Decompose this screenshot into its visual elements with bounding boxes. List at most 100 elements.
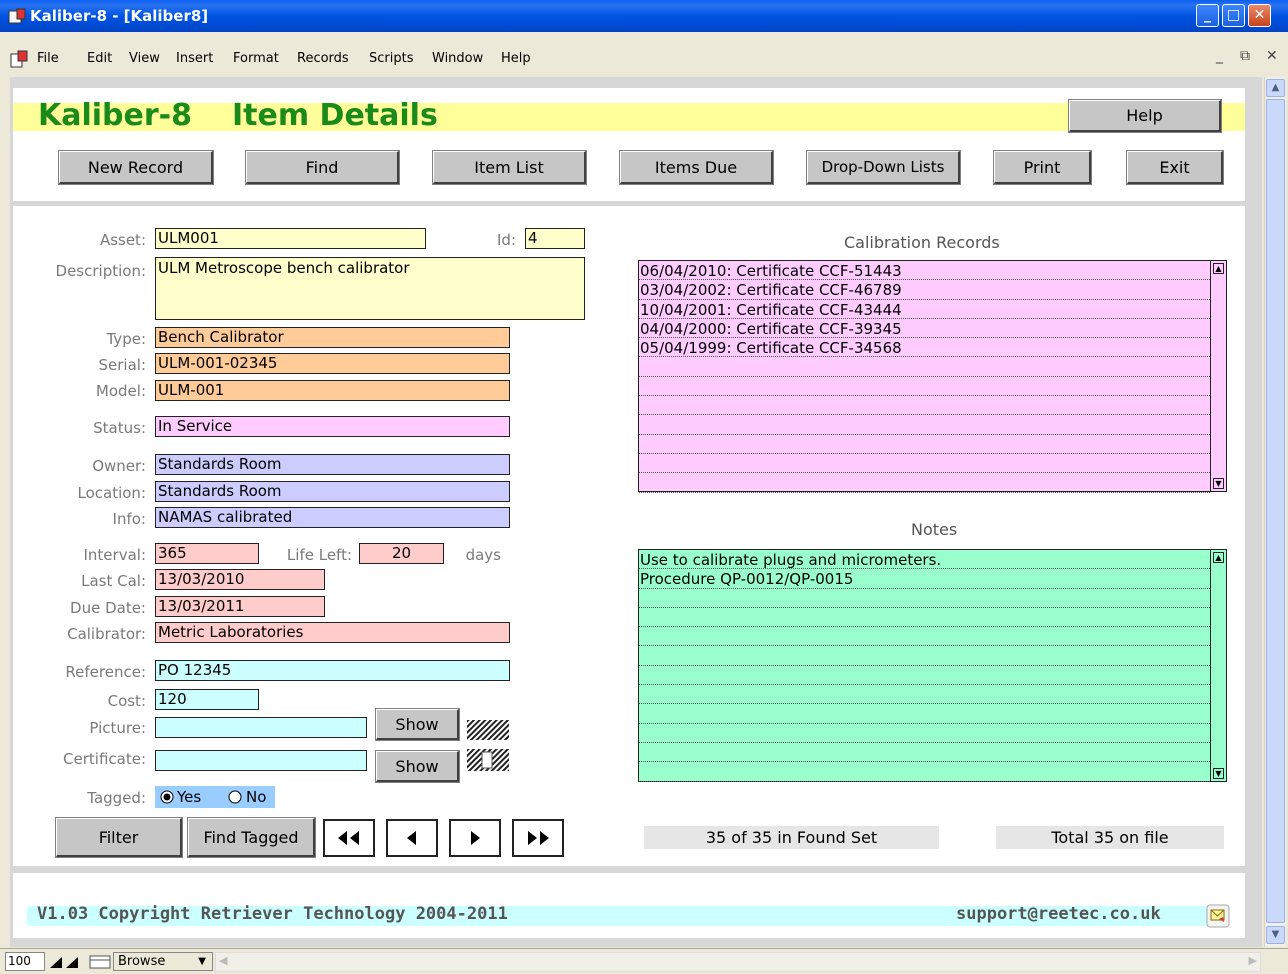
calibration-record-row[interactable]: [639, 473, 1210, 493]
mode-selector[interactable]: Browse ▼: [113, 952, 213, 971]
window-vertical-scrollbar[interactable]: ▲ ▼: [1264, 77, 1286, 947]
mdi-minimize-icon[interactable]: _: [1216, 48, 1223, 64]
menu-help[interactable]: Help: [501, 51, 531, 66]
calibration-record-row[interactable]: 03/04/2002: Certificate CCF-46789: [639, 280, 1210, 300]
scroll-down-icon[interactable]: ▼: [1266, 926, 1285, 944]
last-record-button[interactable]: [512, 819, 564, 857]
model-field[interactable]: ULM-001: [155, 380, 510, 401]
type-label: Type:: [106, 330, 146, 348]
id-field[interactable]: 4: [525, 228, 585, 249]
certificate-field[interactable]: [155, 750, 367, 771]
tagged-yes-radio[interactable]: [160, 790, 174, 804]
calibration-record-row[interactable]: [639, 358, 1210, 377]
notes-line[interactable]: [639, 743, 1210, 763]
drop-down-lists-button[interactable]: Drop-Down Lists: [806, 150, 961, 185]
scroll-thumb[interactable]: [1266, 99, 1285, 923]
exit-button[interactable]: Exit: [1126, 150, 1224, 185]
calibration-record-row[interactable]: [639, 377, 1210, 397]
notes-line[interactable]: [639, 608, 1210, 628]
new-record-button[interactable]: New Record: [58, 150, 214, 185]
cost-field[interactable]: 120: [155, 689, 259, 710]
item-list-button[interactable]: Item List: [432, 150, 587, 185]
menu-scripts[interactable]: Scripts: [369, 51, 413, 66]
calibration-record-row[interactable]: 10/04/2001: Certificate CCF-43444: [639, 300, 1210, 319]
help-button[interactable]: Help: [1068, 99, 1222, 133]
notes-line[interactable]: Use to calibrate plugs and micrometers.: [639, 550, 1210, 570]
certificate-show-button[interactable]: Show: [375, 750, 460, 783]
status-area-icon[interactable]: [89, 954, 111, 970]
description-field[interactable]: ULM Metroscope bench calibrator: [155, 257, 585, 320]
zoom-icon[interactable]: [48, 954, 88, 970]
notes-line[interactable]: [639, 627, 1210, 647]
asset-field[interactable]: ULM001: [155, 228, 426, 249]
calibration-record-row[interactable]: 05/04/1999: Certificate CCF-34568: [639, 338, 1210, 358]
notes-line[interactable]: [639, 685, 1210, 705]
filter-button[interactable]: Filter: [55, 817, 183, 858]
picture-field[interactable]: [155, 717, 367, 738]
type-field[interactable]: Bench Calibrator: [155, 327, 510, 348]
calibration-records-list[interactable]: 05/04/1999: Certificate CCF-34568 04/04/2…: [638, 260, 1227, 493]
menu-window[interactable]: Window: [432, 51, 483, 66]
mdi-close-icon[interactable]: ✕: [1266, 48, 1278, 64]
notes-field[interactable]: Procedure QP-0012/QP-0015 Use to calibrat…: [638, 549, 1227, 782]
menu-insert[interactable]: Insert: [176, 51, 213, 66]
calibration-record-row[interactable]: [639, 454, 1210, 474]
info-field[interactable]: NAMAS calibrated: [155, 507, 510, 528]
support-email-link[interactable]: support@reetec.co.uk: [956, 904, 1161, 924]
notes-line[interactable]: [639, 666, 1210, 686]
maximize-button[interactable]: □: [1222, 4, 1245, 27]
menu-format[interactable]: Format: [233, 51, 279, 66]
calibration-record-row[interactable]: [639, 396, 1210, 416]
menu-view[interactable]: View: [129, 51, 160, 66]
tagged-no-radio[interactable]: [228, 790, 242, 804]
window-title: Kaliber-8 - [Kaliber8]: [30, 7, 209, 25]
menu-edit[interactable]: Edit: [87, 51, 112, 66]
scroll-up-icon[interactable]: ▲: [1213, 552, 1224, 563]
calibration-scrollbar[interactable]: ▲ ▼: [1210, 261, 1226, 491]
window-title-bar[interactable]: Kaliber-8 - [Kaliber8] _ □ ✕: [0, 0, 1288, 32]
scroll-up-icon[interactable]: ▲: [1213, 263, 1224, 274]
reference-field[interactable]: PO 12345: [155, 660, 510, 681]
scroll-down-icon[interactable]: ▼: [1213, 768, 1224, 779]
print-button[interactable]: Print: [993, 150, 1092, 185]
notes-line[interactable]: [639, 704, 1210, 724]
close-button[interactable]: ✕: [1248, 4, 1271, 27]
scroll-up-icon[interactable]: ▲: [1266, 79, 1285, 97]
location-field[interactable]: Standards Room: [155, 481, 510, 502]
scroll-left-icon[interactable]: ◀: [219, 954, 227, 967]
notes-line[interactable]: [639, 762, 1210, 782]
notes-line[interactable]: [639, 647, 1210, 666]
window-horizontal-scrollbar[interactable]: ◀ ▶: [215, 952, 1261, 972]
interval-field[interactable]: 365: [155, 543, 259, 564]
find-button[interactable]: Find: [245, 150, 400, 185]
find-tagged-button[interactable]: Find Tagged: [187, 817, 316, 858]
mdi-restore-icon[interactable]: ⧉: [1240, 48, 1250, 64]
picture-show-button[interactable]: Show: [375, 708, 460, 741]
calibration-record-row[interactable]: [639, 435, 1210, 454]
notes-line[interactable]: Procedure QP-0012/QP-0015: [639, 569, 1210, 589]
menu-records[interactable]: Records: [297, 51, 349, 66]
cost-label: Cost:: [107, 692, 146, 710]
status-field[interactable]: In Service: [155, 416, 510, 437]
scroll-right-icon[interactable]: ▶: [1249, 954, 1257, 967]
email-icon[interactable]: [1206, 904, 1230, 928]
minimize-button[interactable]: _: [1196, 4, 1219, 27]
zoom-level[interactable]: 100: [5, 952, 45, 971]
scroll-down-icon[interactable]: ▼: [1213, 478, 1224, 489]
owner-field[interactable]: Standards Room: [155, 454, 510, 475]
previous-record-button[interactable]: [386, 819, 438, 857]
notes-line[interactable]: [639, 724, 1210, 743]
menu-file[interactable]: File: [37, 51, 59, 66]
items-due-button[interactable]: Items Due: [619, 150, 774, 185]
first-record-button[interactable]: [323, 819, 375, 857]
notes-line[interactable]: [639, 589, 1210, 608]
calibration-record-row[interactable]: 04/04/2000: Certificate CCF-39345: [639, 319, 1210, 339]
calibration-record-row[interactable]: 06/04/2010: Certificate CCF-51443: [639, 261, 1210, 281]
due-date-field[interactable]: 13/03/2011: [155, 596, 325, 617]
calibrator-field[interactable]: Metric Laboratories: [155, 622, 510, 643]
last-cal-field[interactable]: 13/03/2010: [155, 569, 325, 590]
notes-scrollbar[interactable]: ▲ ▼: [1210, 550, 1226, 781]
calibration-record-row[interactable]: [639, 415, 1210, 435]
serial-field[interactable]: ULM-001-02345: [155, 353, 510, 374]
next-record-button[interactable]: [449, 819, 501, 857]
